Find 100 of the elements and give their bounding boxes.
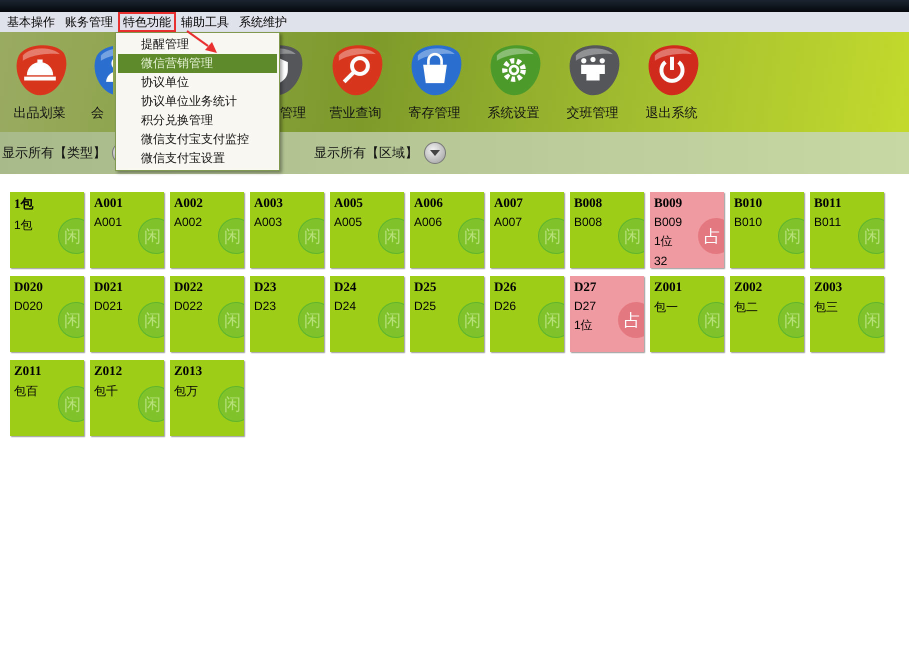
table-tile[interactable]: A006 A006 闲: [410, 192, 484, 268]
status-badge: 闲: [218, 218, 244, 254]
tile-name: D020: [14, 299, 43, 313]
table-tile[interactable]: Z013 包万 闲: [170, 360, 244, 436]
status-badge: 占: [618, 302, 644, 338]
table-tile[interactable]: Z012 包千 闲: [90, 360, 164, 436]
tile-name: A007: [494, 215, 522, 229]
tile-title: D25: [414, 279, 436, 295]
status-badge: 闲: [698, 302, 724, 338]
tile-title: D020: [14, 279, 43, 295]
table-tile[interactable]: D020 D020 闲: [10, 276, 84, 352]
tile-title: D26: [494, 279, 516, 295]
table-tile[interactable]: B008 B008 闲: [570, 192, 644, 268]
table-tile[interactable]: A001 A001 闲: [90, 192, 164, 268]
tile-name: A002: [174, 215, 202, 229]
dropdown-item[interactable]: 协议单位业务统计: [118, 92, 277, 111]
tile-title: A003: [254, 195, 283, 211]
dropdown-item[interactable]: 微信支付宝设置: [118, 149, 277, 168]
tile-name: A003: [254, 215, 282, 229]
tile-name: D27: [574, 299, 596, 313]
tile-guests: 1位: [574, 317, 593, 334]
status-badge: 闲: [458, 218, 484, 254]
dropdown-item[interactable]: 提醒管理: [118, 35, 277, 54]
tile-name: B010: [734, 215, 762, 229]
table-tile[interactable]: 1包 1包 闲: [10, 192, 84, 268]
status-badge: 闲: [538, 218, 564, 254]
status-badge: 闲: [778, 302, 804, 338]
toolbar-button[interactable]: 退出系统: [632, 42, 711, 122]
toolbar-button[interactable]: 出品划菜: [0, 42, 79, 122]
status-badge: 闲: [378, 302, 404, 338]
dropdown-button[interactable]: [424, 142, 446, 164]
dropdown-item[interactable]: 协议单位: [118, 73, 277, 92]
dropdown-item[interactable]: 微信支付宝支付监控: [118, 130, 277, 149]
tile-name: A006: [414, 215, 442, 229]
table-tile[interactable]: B009 B009 1位 32 占: [650, 192, 724, 268]
tile-name: D022: [174, 299, 203, 313]
menu-item[interactable]: 特色功能: [118, 12, 176, 32]
tile-title: Z002: [734, 279, 762, 295]
tile-title: A007: [494, 195, 523, 211]
table-tile[interactable]: A005 A005 闲: [330, 192, 404, 268]
menu-item[interactable]: 账务管理: [60, 12, 118, 32]
table-tile[interactable]: Z002 包二 闲: [730, 276, 804, 352]
tile-title: B009: [654, 195, 682, 211]
filter-label: 显示所有【区域】: [314, 144, 418, 162]
toolbar-button[interactable]: 系统设置: [474, 42, 553, 122]
table-tile[interactable]: D25 D25 闲: [410, 276, 484, 352]
tile-title: D23: [254, 279, 276, 295]
tile-title: A001: [94, 195, 123, 211]
filter-label: 显示所有【类型】: [2, 144, 106, 162]
tile-name: 包三: [814, 299, 838, 316]
tile-name: 1包: [14, 217, 33, 234]
status-badge: 闲: [138, 218, 164, 254]
toolbar-button[interactable]: 营业查询: [316, 42, 395, 122]
table-tile[interactable]: B011 B011 闲: [810, 192, 884, 268]
tile-name: 包万: [174, 383, 198, 400]
status-badge: 闲: [618, 218, 644, 254]
status-badge: 闲: [538, 302, 564, 338]
table-tile[interactable]: Z011 包百 闲: [10, 360, 84, 436]
tile-guests: 1位: [654, 233, 673, 250]
table-tile[interactable]: A002 A002 闲: [170, 192, 244, 268]
menu-item[interactable]: 辅助工具: [176, 12, 234, 32]
table-tile[interactable]: Z001 包一 闲: [650, 276, 724, 352]
table-tile[interactable]: B010 B010 闲: [730, 192, 804, 268]
tile-title: A002: [174, 195, 203, 211]
table-tile[interactable]: D27 D27 1位 占: [570, 276, 644, 352]
table-tile[interactable]: D021 D021 闲: [90, 276, 164, 352]
tile-title: Z013: [174, 363, 202, 379]
tile-name: D25: [414, 299, 436, 313]
table-tile[interactable]: A007 A007 闲: [490, 192, 564, 268]
table-tile[interactable]: A003 A003 闲: [250, 192, 324, 268]
status-badge: 闲: [858, 218, 884, 254]
dropdown-item[interactable]: 微信营销管理: [118, 54, 277, 73]
tile-title: D021: [94, 279, 123, 295]
menu-item[interactable]: 系统维护: [234, 12, 292, 32]
status-badge: 闲: [458, 302, 484, 338]
tile-title: Z001: [654, 279, 682, 295]
tile-name: 包千: [94, 383, 118, 400]
table-tile[interactable]: Z003 包三 闲: [810, 276, 884, 352]
status-badge: 闲: [218, 302, 244, 338]
table-tile[interactable]: D24 D24 闲: [330, 276, 404, 352]
tile-amount: 32: [654, 254, 668, 268]
tile-title: D27: [574, 279, 596, 295]
table-tile[interactable]: D26 D26 闲: [490, 276, 564, 352]
table-tile[interactable]: D022 D022 闲: [170, 276, 244, 352]
status-badge: 闲: [218, 386, 244, 422]
tile-name: A001: [94, 215, 122, 229]
tile-title: Z012: [94, 363, 122, 379]
status-badge: 闲: [138, 386, 164, 422]
tile-title: 1包: [14, 195, 34, 213]
status-badge: 闲: [58, 302, 84, 338]
tile-name: D021: [94, 299, 123, 313]
toolbar-button[interactable]: 交班管理: [553, 42, 632, 122]
tile-title: Z011: [14, 363, 42, 379]
tile-title: B010: [734, 195, 762, 211]
toolbar-button[interactable]: 寄存管理: [395, 42, 474, 122]
table-tile[interactable]: D23 D23 闲: [250, 276, 324, 352]
dropdown-item[interactable]: 积分兑换管理: [118, 111, 277, 130]
tile-name: 包二: [734, 299, 758, 316]
menu-item[interactable]: 基本操作: [2, 12, 60, 32]
status-badge: 闲: [298, 302, 324, 338]
